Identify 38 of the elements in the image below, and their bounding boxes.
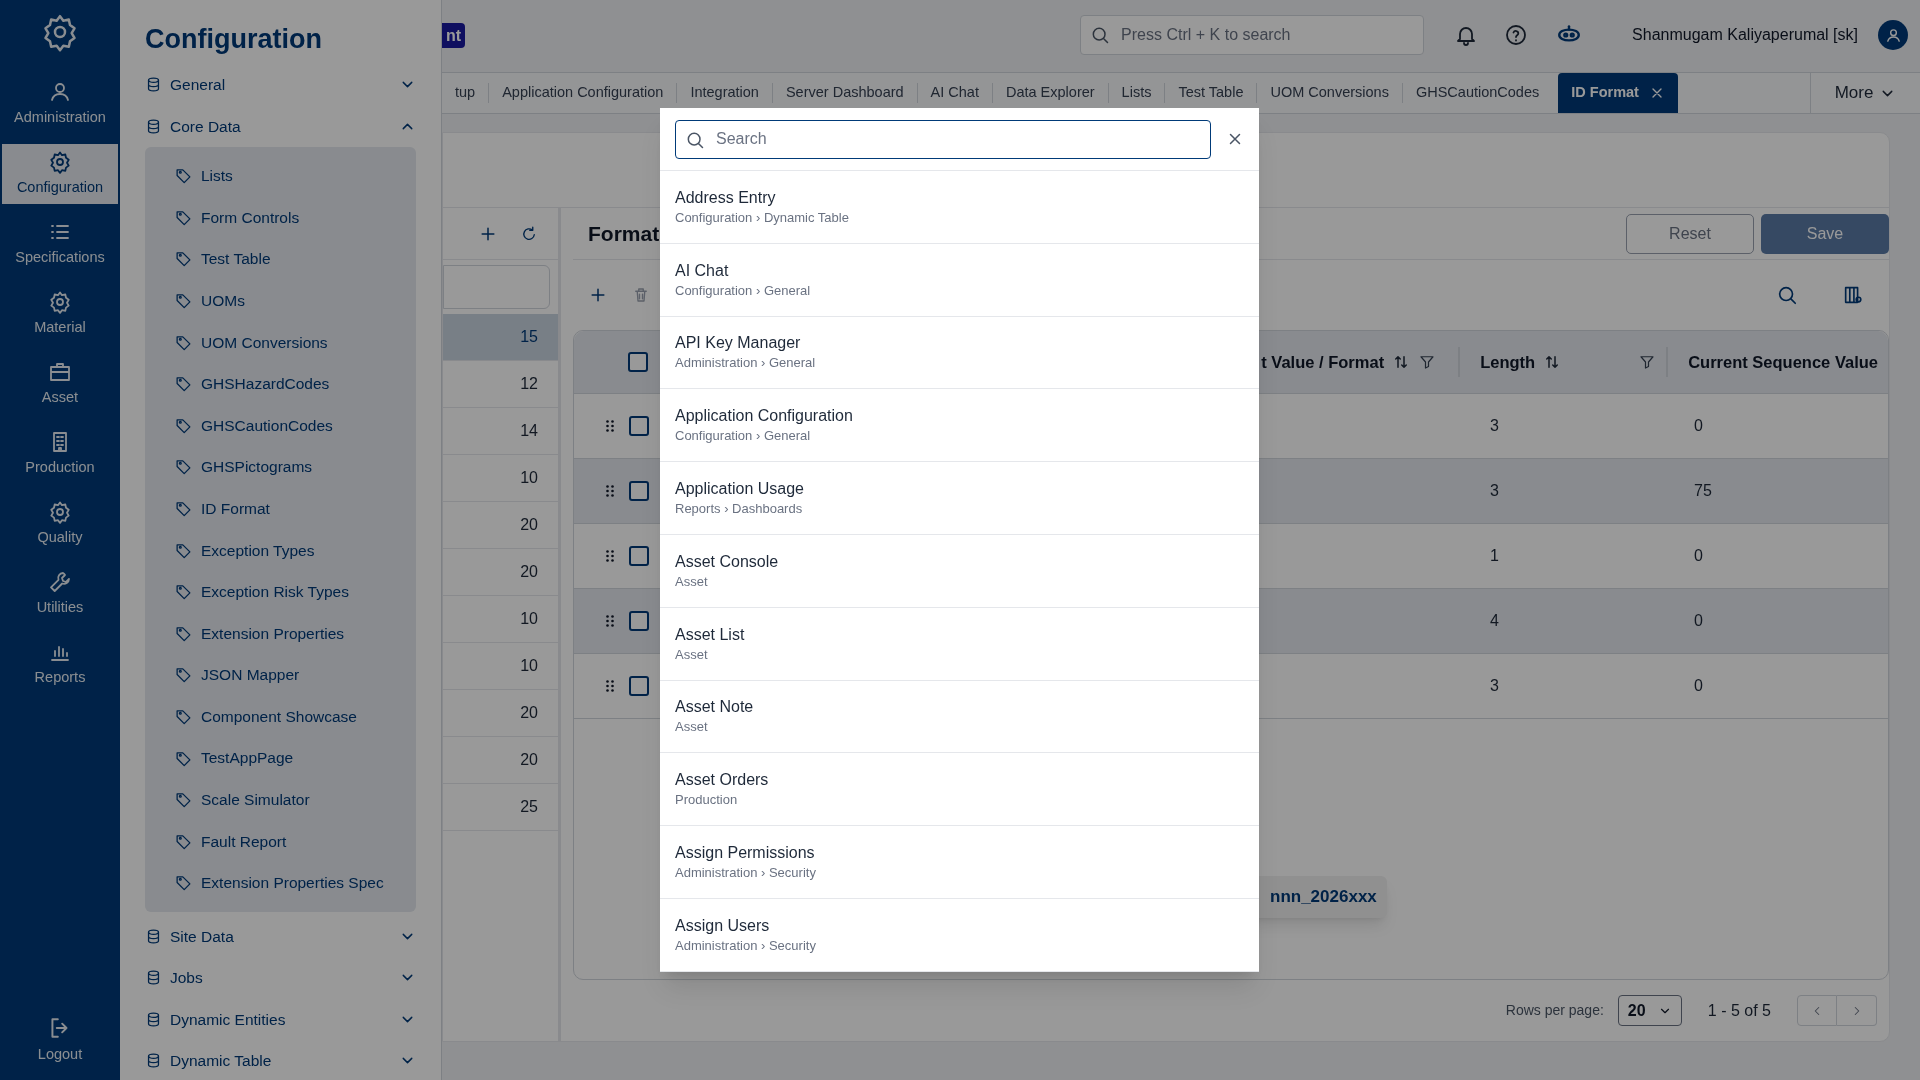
result-title: Application Configuration: [675, 406, 854, 427]
result-path: Reports › Dashboards: [675, 500, 804, 519]
page-range: 1 - 5 of 5: [1707, 1000, 1771, 1021]
result-title: API Key Manager: [675, 333, 802, 354]
result-path: Configuration › General: [675, 427, 812, 446]
result-title: Address Entry: [675, 187, 777, 208]
result-title: Assign Permissions: [675, 843, 816, 864]
result-path: Administration › General: [675, 354, 817, 373]
app-title-badge: nt: [442, 22, 466, 48]
result-title: Assign Users: [675, 915, 771, 936]
result-path: Configuration › Dynamic Table: [675, 208, 850, 227]
result-path: Configuration › General: [675, 281, 812, 300]
result-path: Asset: [675, 718, 709, 737]
rows-per-page-label: Rows per page:: [1505, 1001, 1604, 1020]
result-title: Asset Orders: [675, 770, 770, 791]
panel-title: Format: [588, 220, 660, 247]
result-path: Administration › Security: [675, 936, 817, 955]
result-title: Application Usage: [675, 479, 805, 500]
table-cell-text: 3: [1489, 481, 1500, 501]
result-title: Asset Note: [675, 697, 755, 718]
result-path: Asset: [675, 572, 709, 591]
result-path: Administration › Security: [675, 864, 817, 883]
table-cell-text: 0: [1693, 416, 1704, 436]
table-cell-text: 1: [1489, 546, 1500, 566]
table-cell-text: 0: [1693, 611, 1704, 631]
user-name: Shanmugam Kaliyaperumal [sk]: [1632, 25, 1858, 45]
result-title: Asset Console: [675, 551, 780, 572]
result-title: Asset List: [675, 624, 746, 645]
table-cell-text: 0: [1693, 546, 1704, 566]
table-cell-text: 0: [1693, 676, 1704, 696]
table-cell-text: 4: [1489, 611, 1500, 631]
panel-title: Configuration: [145, 23, 323, 56]
table-cell-text: 3: [1489, 416, 1500, 436]
table-cell-text: 3: [1489, 676, 1500, 696]
result-path: Production: [675, 791, 739, 810]
result-path: Asset: [675, 645, 709, 664]
table-cell-text: 75: [1693, 481, 1713, 501]
result-title: AI Chat: [675, 260, 730, 281]
